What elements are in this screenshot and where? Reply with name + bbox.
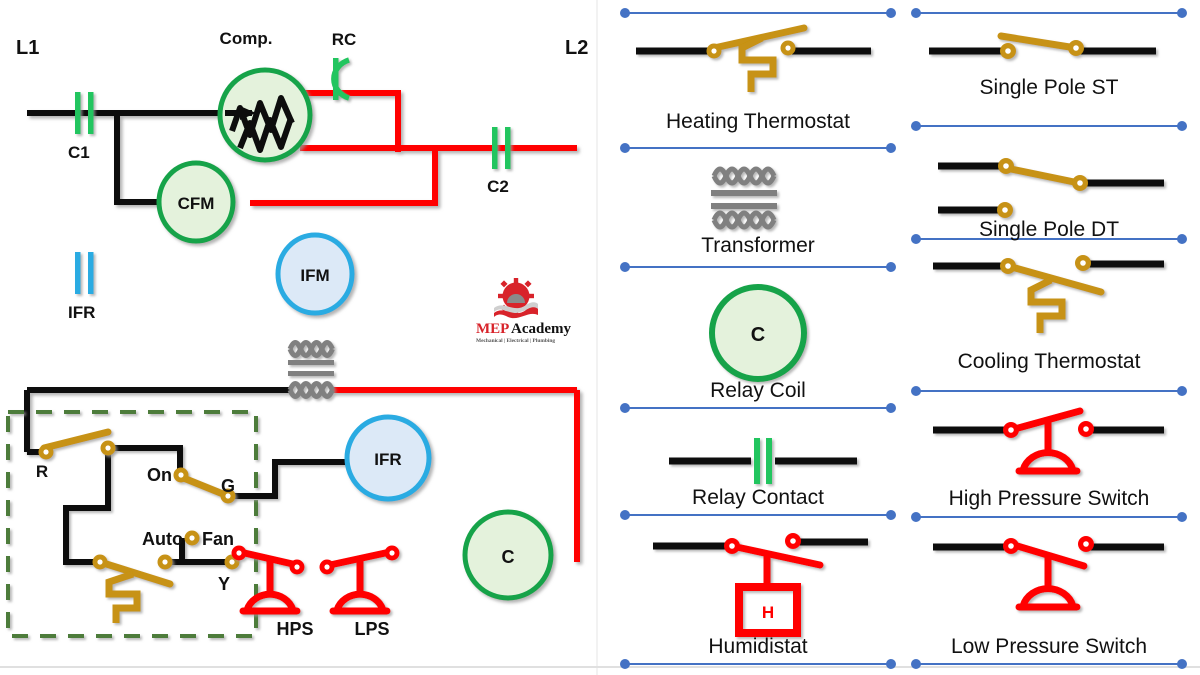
legend-symbol-heating-thermostat: [636, 24, 871, 92]
wiring-diagram-panel: L1 L2 C1 Comp. RC CFM C2 IFR IFM MEP Aca…: [6, 29, 588, 639]
pressure-switch-lps[interactable]: [319, 545, 400, 615]
legend-symbol-single-pole-st: [929, 32, 1156, 59]
legend-symbol-single-pole-dt: [938, 158, 1164, 218]
legend-label-high-pressure-switch: High Pressure Switch: [949, 487, 1150, 510]
thermostat-terminal-auto-label: Auto: [142, 529, 183, 549]
run-capacitor-label: RC: [332, 30, 357, 49]
legend-symbol-transformer: [711, 166, 777, 230]
thermostat-switch-r[interactable]: [38, 428, 116, 460]
rail-l1-label: L1: [16, 37, 39, 59]
thermostat-terminal-y-label: Y: [218, 574, 230, 594]
thermostat-wiring: [27, 445, 347, 565]
contact-c2-label: C2: [487, 177, 509, 196]
motor-cfm-label: CFM: [178, 194, 215, 213]
legend-symbol-relay-contact: [669, 438, 857, 484]
legend-symbol-high-pressure-switch: [933, 407, 1164, 475]
legend-label-single-pole-dt: Single Pole DT: [979, 218, 1119, 241]
legend-label-heating-thermostat: Heating Thermostat: [666, 110, 850, 133]
legend-symbol-relay-coil-inner: C: [751, 324, 765, 346]
legend-label-transformer: Transformer: [701, 234, 815, 257]
logo-tagline: Mechanical | Electrical | Plumbing: [476, 338, 555, 344]
symbol-legend-panel: Heating Thermostat Transformer C Relay C…: [620, 8, 1187, 669]
logo-name-rest: Academy: [511, 321, 571, 337]
legend-symbol-humidistat: [653, 533, 868, 637]
motor-ifm-label: IFM: [300, 266, 329, 285]
legend-label-cooling-thermostat: Cooling Thermostat: [958, 350, 1141, 373]
legend-label-humidistat: Humidistat: [708, 635, 807, 658]
mep-academy-logo: MEP Academy Mechanical | Electrical | Pl…: [476, 278, 571, 344]
relay-coil-c-label: C: [502, 547, 515, 567]
diagram-root: L1 L2 C1 Comp. RC CFM C2 IFR IFM MEP Aca…: [0, 0, 1200, 675]
legend-label-relay-contact: Relay Contact: [692, 486, 824, 509]
legend-symbol-humidistat-inner: H: [762, 603, 774, 622]
legend-symbol-low-pressure-switch: [933, 536, 1164, 611]
legend-label-low-pressure-switch: Low Pressure Switch: [951, 635, 1147, 658]
thermostat-terminal-g-label: G: [221, 476, 235, 496]
relay-coil-ifr-label: IFR: [374, 450, 401, 469]
rail-l2-label: L2: [565, 37, 588, 59]
transformer-symbol: [287, 340, 335, 399]
contact-ifr-top-label: IFR: [68, 303, 95, 322]
logo-name-bold: MEP: [476, 321, 509, 337]
pressure-switch-lps-label: LPS: [354, 619, 389, 639]
compressor-label: Comp.: [220, 29, 273, 48]
thermostat-terminal-fan-label: Fan: [202, 529, 234, 549]
pressure-switch-hps[interactable]: [231, 545, 305, 615]
logo-gear-icon: [494, 278, 538, 319]
thermostat-terminal-fan-dot-center: [189, 535, 195, 541]
thermostat-terminal-r-label: R: [36, 462, 48, 481]
legend-symbol-cooling-thermostat: [933, 255, 1164, 333]
thermostat-terminal-auto-dot-center: [162, 559, 168, 565]
pressure-switch-hps-label: HPS: [276, 619, 313, 639]
contact-c1-label: C1: [68, 143, 90, 162]
legend-label-single-pole-st: Single Pole ST: [980, 76, 1119, 99]
thermostat-terminal-y-dot-center: [229, 559, 235, 565]
compressor-symbol: [217, 67, 313, 163]
thermostat-terminal-on-label: On: [147, 465, 172, 485]
legend-label-relay-coil: Relay Coil: [710, 379, 806, 402]
